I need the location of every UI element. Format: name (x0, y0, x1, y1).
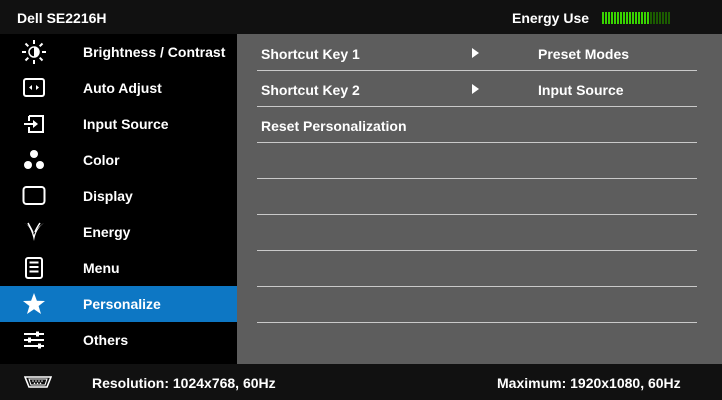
shortcut-key-2-row[interactable]: Shortcut Key 2 Input Source (257, 70, 697, 107)
osd-header: Dell SE2216H Energy Use (0, 0, 722, 34)
energy-meter-segment (620, 12, 622, 24)
empty-row (257, 142, 697, 179)
energy-meter-segment (632, 12, 634, 24)
energy-meter-segment (614, 12, 616, 24)
energy-meter-segment (602, 12, 604, 24)
sidebar-item-label: Auto Adjust (83, 80, 162, 96)
energy-meter-segment (626, 12, 628, 24)
sidebar-item-label: Others (83, 332, 129, 348)
sidebar-item-energy[interactable]: Energy (0, 214, 237, 250)
energy-meter-segment (635, 12, 637, 24)
energy-meter-segment (656, 12, 658, 24)
energy-meter-segment (629, 12, 631, 24)
energy-meter-segment (611, 12, 613, 24)
energy-meter-segment (608, 12, 610, 24)
energy-meter-segment (653, 12, 655, 24)
reset-personalization-row[interactable]: Reset Personalization (257, 106, 697, 143)
sidebar-item-menu[interactable]: Menu (0, 250, 237, 286)
row-value: Preset Modes (538, 46, 630, 62)
current-resolution: Resolution: 1024x768, 60Hz (92, 375, 276, 391)
sidebar-item-personalize[interactable]: Personalize (0, 286, 237, 322)
energy-meter-segment (659, 12, 661, 24)
osd-footer: Resolution: 1024x768, 60Hz Maximum: 1920… (0, 364, 722, 400)
submenu-arrow-icon (472, 84, 479, 94)
sidebar-item-label: Menu (83, 260, 120, 276)
input-source-icon (22, 112, 46, 136)
sidebar-item-label: Personalize (83, 296, 161, 312)
row-label: Shortcut Key 1 (261, 46, 360, 62)
row-label: Shortcut Key 2 (261, 82, 360, 98)
monitor-osd: Dell SE2216H Energy Use Brightness / Con… (0, 0, 722, 400)
display-icon (22, 184, 46, 208)
sidebar-item-others[interactable]: Others (0, 322, 237, 358)
sidebar-item-label: Display (83, 188, 133, 204)
empty-row (257, 286, 697, 323)
sidebar-item-color[interactable]: Color (0, 142, 237, 178)
energy-use-meter (602, 12, 670, 24)
star-icon (22, 292, 46, 316)
energy-meter-segment (665, 12, 667, 24)
submenu-arrow-icon (472, 48, 479, 58)
sidebar-item-brightness-contrast[interactable]: Brightness / Contrast (0, 34, 237, 70)
sidebar-item-label: Brightness / Contrast (83, 44, 226, 60)
sidebar-item-auto-adjust[interactable]: Auto Adjust (0, 70, 237, 106)
energy-icon (22, 220, 46, 244)
row-value: Input Source (538, 82, 624, 98)
energy-meter-segment (623, 12, 625, 24)
energy-meter-segment (650, 12, 652, 24)
energy-meter-segment (668, 12, 670, 24)
color-icon (22, 148, 46, 172)
personalize-panel: Shortcut Key 1 Preset Modes Shortcut Key… (237, 34, 722, 364)
empty-row (257, 214, 697, 251)
auto-adjust-icon (22, 76, 46, 100)
energy-use-label: Energy Use (512, 10, 590, 26)
maximum-resolution: Maximum: 1920x1080, 60Hz (497, 375, 681, 391)
sidebar-item-label: Color (83, 152, 120, 168)
shortcut-key-1-row[interactable]: Shortcut Key 1 Preset Modes (257, 34, 697, 71)
sidebar-item-label: Energy (83, 224, 131, 240)
osd-sidebar: Brightness / Contrast Auto Adjust Input … (0, 34, 237, 364)
menu-icon (22, 256, 46, 280)
sidebar-item-label: Input Source (83, 116, 169, 132)
others-icon (22, 328, 46, 352)
energy-meter-segment (644, 12, 646, 24)
monitor-model-title: Dell SE2216H (17, 10, 107, 26)
sidebar-item-display[interactable]: Display (0, 178, 237, 214)
energy-meter-segment (638, 12, 640, 24)
energy-meter-segment (647, 12, 649, 24)
energy-meter-segment (605, 12, 607, 24)
sidebar-item-input-source[interactable]: Input Source (0, 106, 237, 142)
energy-meter-segment (662, 12, 664, 24)
empty-row (257, 250, 697, 287)
energy-meter-segment (641, 12, 643, 24)
empty-row (257, 178, 697, 215)
energy-meter-segment (617, 12, 619, 24)
row-label: Reset Personalization (261, 118, 407, 134)
vga-connector-icon (24, 375, 52, 389)
brightness-icon (22, 40, 46, 64)
osd-body: Brightness / Contrast Auto Adjust Input … (0, 34, 722, 364)
